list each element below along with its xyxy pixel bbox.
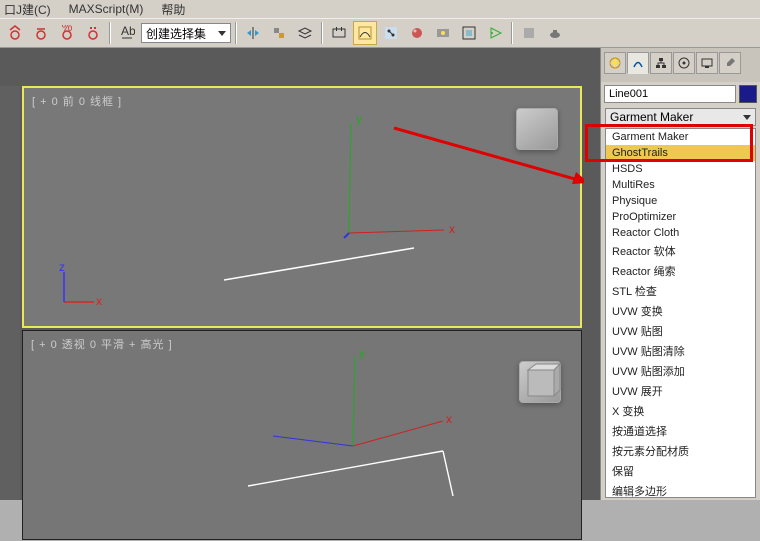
modifier-item[interactable]: UVW 贴图	[606, 321, 755, 341]
modifier-dropdown-list[interactable]: Garment Maker GhostTrails HSDS MultiRes …	[605, 128, 756, 498]
main-toolbar: % Abc 创建选择集	[0, 18, 760, 48]
modifier-item[interactable]: UVW 展开	[606, 381, 755, 401]
axis-x-label: x	[449, 222, 455, 236]
named-selection-icon[interactable]: Abc	[115, 21, 139, 45]
curve-editor-icon[interactable]	[353, 21, 377, 45]
modifier-item[interactable]: Reactor Cloth	[606, 225, 755, 241]
viewport-front[interactable]: [ + 0 前 0 线框 ] x y x z	[22, 86, 582, 328]
svg-text:x: x	[96, 294, 102, 308]
command-panel-tabs	[601, 48, 760, 82]
align-icon[interactable]	[267, 21, 291, 45]
command-panel: Line001 Garment Maker Garment Maker Ghos…	[600, 48, 760, 500]
selection-set-dropdown[interactable]: 创建选择集	[141, 23, 231, 43]
modifier-item[interactable]: STL 检查	[606, 281, 755, 301]
modifier-item[interactable]: 按元素分配材质	[606, 441, 755, 461]
graphite-icon[interactable]	[327, 21, 351, 45]
angle-snap-icon[interactable]	[29, 21, 53, 45]
viewcube[interactable]	[516, 108, 558, 150]
modifier-item[interactable]: ProOptimizer	[606, 209, 755, 225]
object-name-field[interactable]: Line001	[604, 85, 736, 103]
modifier-item[interactable]: Physique	[606, 193, 755, 209]
svg-text:x: x	[446, 412, 452, 426]
tab-motion[interactable]	[673, 52, 695, 74]
modifier-item[interactable]: UVW 贴图清除	[606, 341, 755, 361]
viewport-left-strip	[0, 86, 20, 500]
svg-text:y: y	[359, 346, 365, 360]
tab-create[interactable]	[604, 52, 626, 74]
material-editor-icon[interactable]	[405, 21, 429, 45]
modifier-item[interactable]: X 变换	[606, 401, 755, 421]
snap-icon[interactable]	[3, 21, 27, 45]
selection-set-label: 创建选择集	[146, 25, 206, 42]
render-preset-icon[interactable]	[517, 21, 541, 45]
tab-display[interactable]	[696, 52, 718, 74]
modifier-item[interactable]: GhostTrails	[606, 145, 755, 161]
caret-down-icon	[743, 115, 751, 120]
modifier-item[interactable]: Reactor 绳索	[606, 261, 755, 281]
layer-manager-icon[interactable]	[293, 21, 317, 45]
render-setup-icon[interactable]	[431, 21, 455, 45]
schematic-view-icon[interactable]	[379, 21, 403, 45]
render-icon[interactable]	[483, 21, 507, 45]
modifier-item[interactable]: MultiRes	[606, 177, 755, 193]
spinner-snap-icon[interactable]	[81, 21, 105, 45]
modifier-list-dropdown[interactable]: Garment Maker	[605, 108, 756, 126]
tab-hierarchy[interactable]	[650, 52, 672, 74]
modifier-item[interactable]: 编辑多边形	[606, 481, 755, 498]
percent-snap-icon[interactable]: %	[55, 21, 79, 45]
caret-down-icon	[218, 31, 226, 36]
mirror-icon[interactable]	[241, 21, 265, 45]
svg-text:Abc: Abc	[121, 25, 135, 38]
modifier-item[interactable]: Garment Maker	[606, 129, 755, 145]
tab-modify[interactable]	[627, 52, 649, 74]
menu-bar: 口J建(C) MAXScript(M) 帮助	[0, 0, 760, 18]
axis-y-label: y	[356, 112, 362, 126]
axis-gizmo: x z	[54, 262, 104, 312]
modifier-item[interactable]: HSDS	[606, 161, 755, 177]
menu-create[interactable]: 口J建(C)	[4, 1, 51, 18]
svg-text:z: z	[59, 262, 65, 274]
modifier-item[interactable]: UVW 贴图添加	[606, 361, 755, 381]
modifier-item[interactable]: 按通道选择	[606, 421, 755, 441]
modifier-current-label: Garment Maker	[610, 110, 693, 124]
teapot-icon[interactable]	[543, 21, 567, 45]
menu-help[interactable]: 帮助	[161, 1, 185, 18]
svg-text:%: %	[62, 25, 73, 34]
viewport-perspective[interactable]: [ + 0 透视 0 平滑 + 高光 ] x y	[22, 330, 582, 540]
menu-maxscript[interactable]: MAXScript(M)	[69, 2, 144, 16]
object-color-swatch[interactable]	[739, 85, 757, 103]
modifier-item[interactable]: UVW 变换	[606, 301, 755, 321]
modifier-item[interactable]: Reactor 软体	[606, 241, 755, 261]
viewport-area: [ + 0 前 0 线框 ] x y x z [ + 0 透视 0 平滑 + 高…	[0, 48, 600, 500]
tab-utilities[interactable]	[719, 52, 741, 74]
render-frame-icon[interactable]	[457, 21, 481, 45]
viewcube[interactable]	[519, 361, 561, 403]
modifier-item[interactable]: 保留	[606, 461, 755, 481]
